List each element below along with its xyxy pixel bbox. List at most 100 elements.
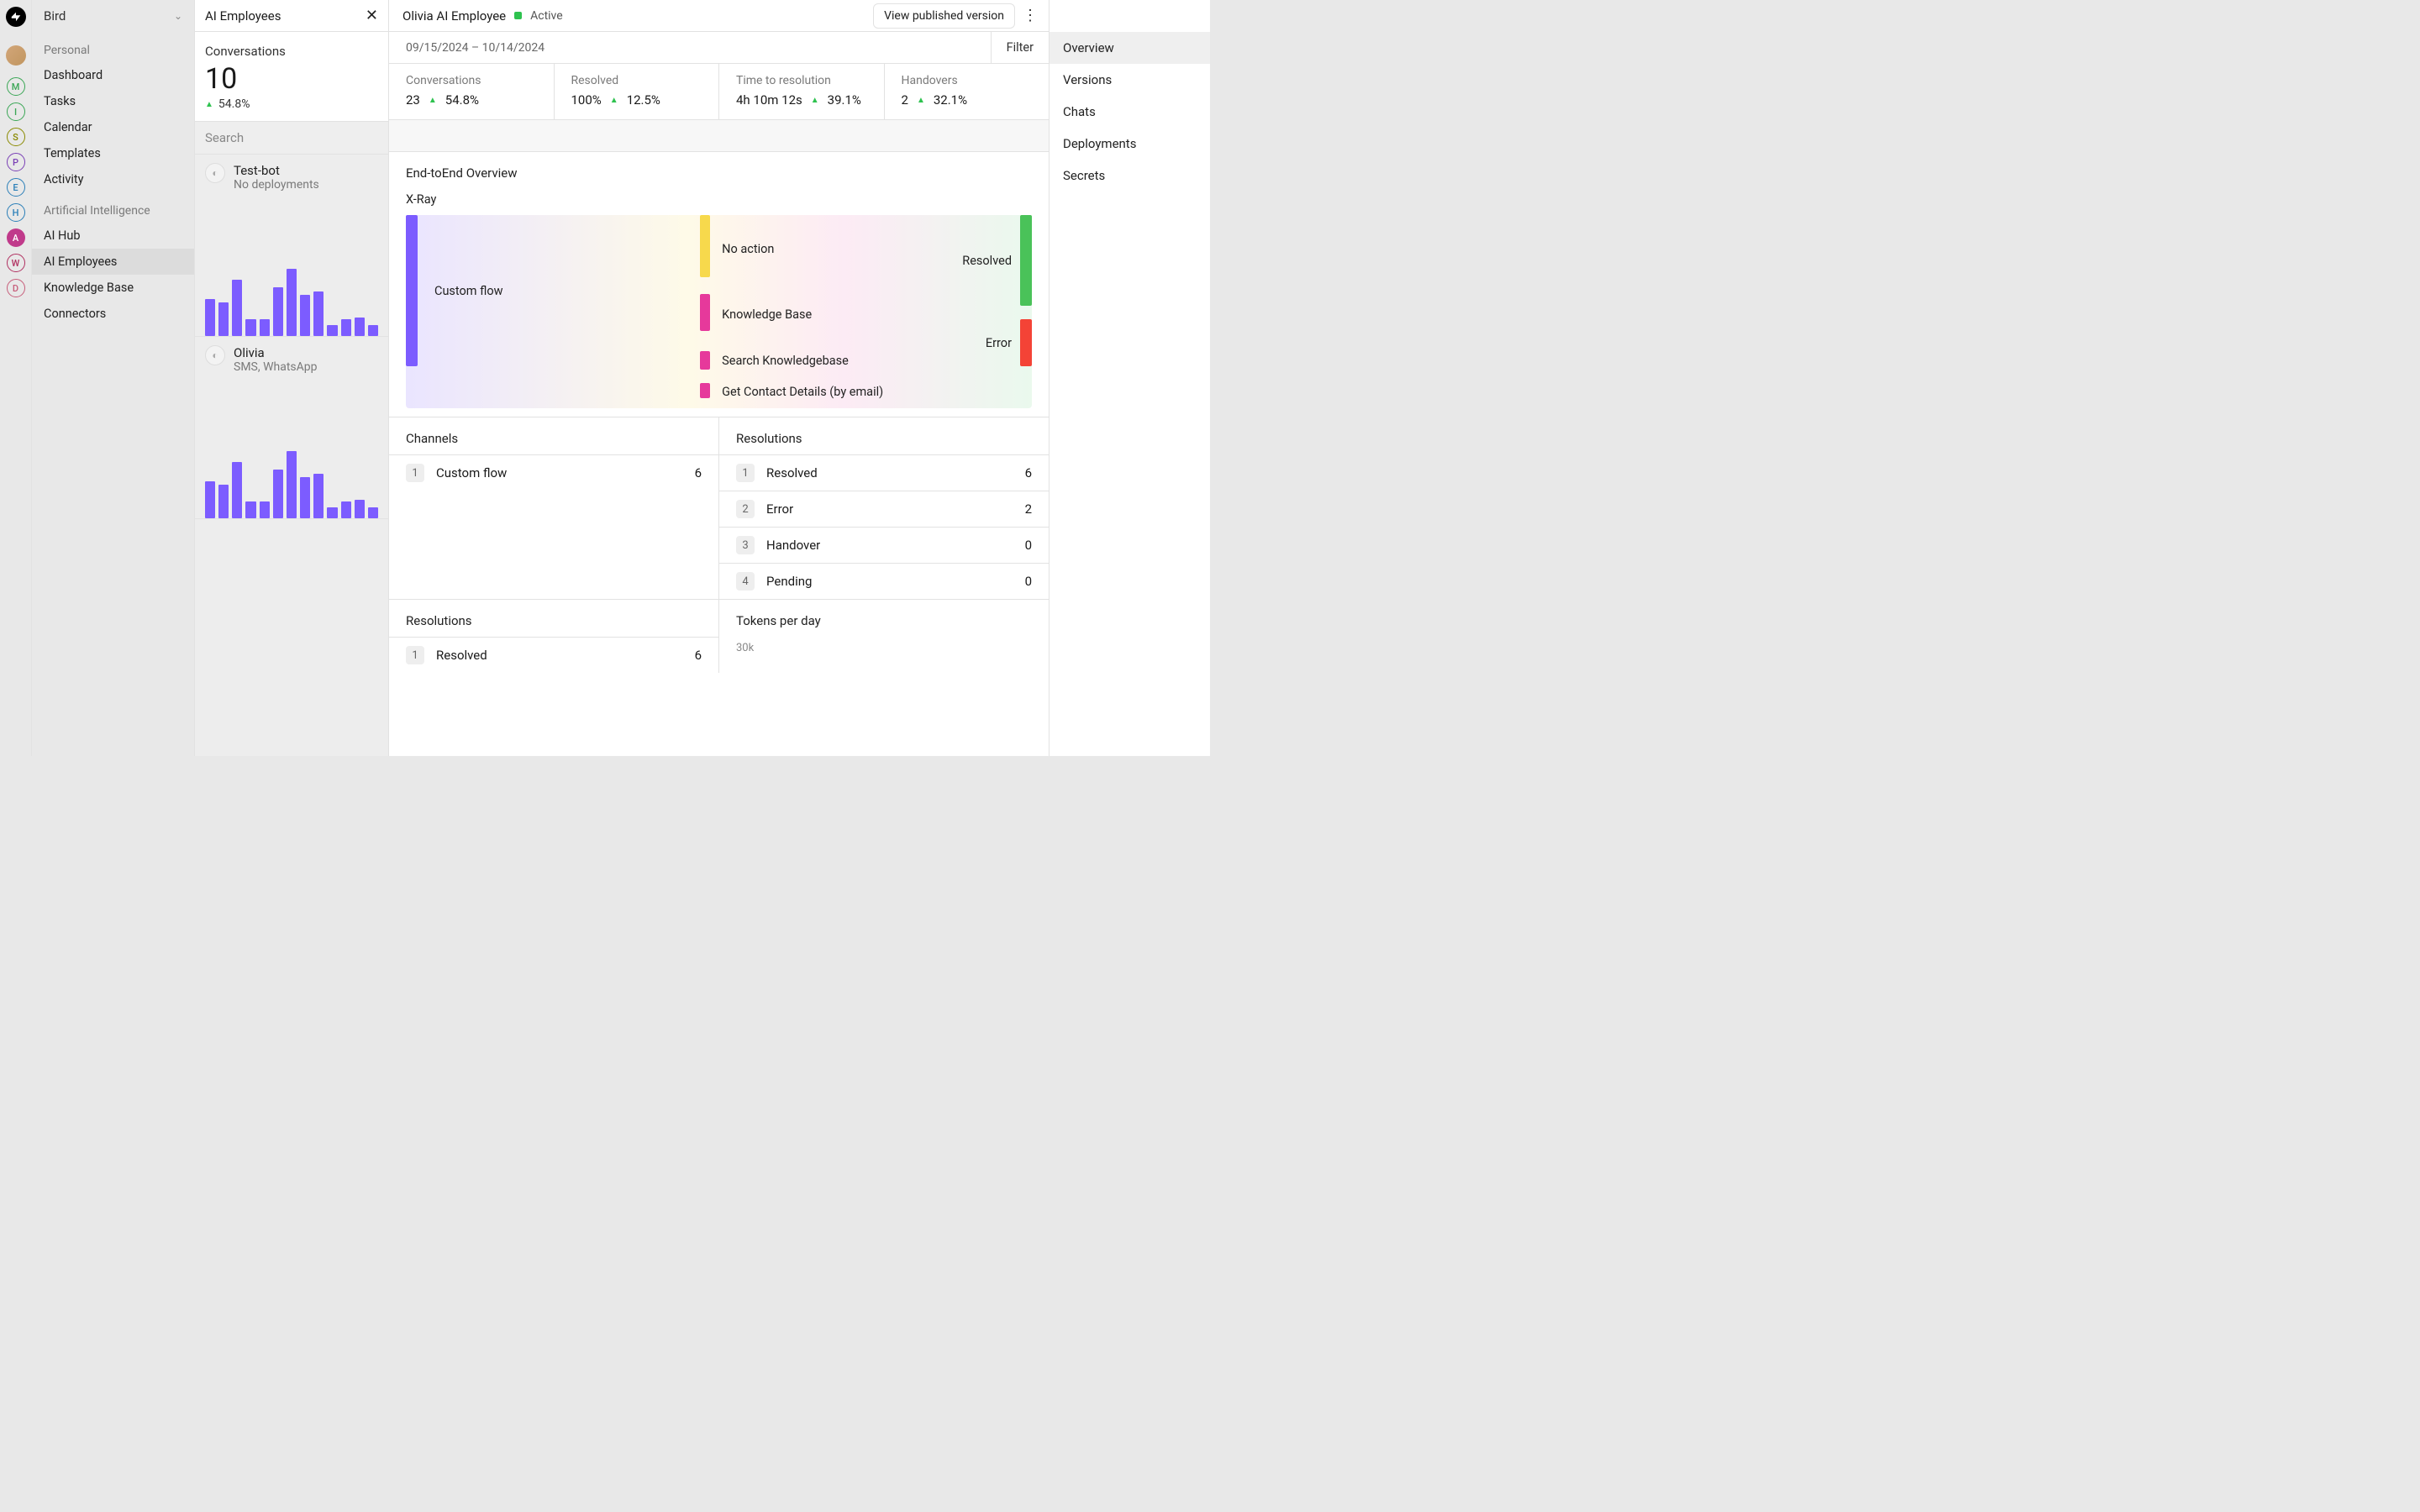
workspace-switcher[interactable]: Bird ⌄ xyxy=(32,0,194,32)
sparkline-chart xyxy=(195,448,388,518)
table-row: 2Error2 xyxy=(719,491,1049,527)
org-dot[interactable]: P xyxy=(7,153,25,171)
stat-value: 23 xyxy=(406,92,420,108)
resolutions2-title: Resolutions xyxy=(389,600,718,637)
org-dot[interactable]: H xyxy=(7,203,25,222)
more-icon[interactable]: ⋮ xyxy=(1018,4,1042,28)
sidebar-item[interactable]: Knowledge Base xyxy=(32,275,194,301)
table-row: 4Pending0 xyxy=(719,563,1049,599)
sankey-mid-node xyxy=(700,294,710,331)
bot-name: Olivia xyxy=(234,345,317,360)
sankey-mid-label-1: Knowledge Base xyxy=(722,307,812,322)
sparkline-bar xyxy=(260,501,270,518)
workspace-name: Bird xyxy=(44,8,66,24)
user-avatar[interactable] xyxy=(6,45,26,66)
stat-card: Conversations 23▲54.8% xyxy=(389,64,555,119)
view-published-button[interactable]: View published version xyxy=(873,3,1015,29)
sparkline-bar xyxy=(218,485,229,518)
stat-label: Resolved xyxy=(571,74,702,87)
sparkline-bar xyxy=(313,291,324,336)
sankey-mid-label-2: Search Knowledgebase xyxy=(722,354,849,368)
table-row: 1Resolved6 xyxy=(719,454,1049,491)
sankey-source-node xyxy=(406,215,418,366)
stats-row: Conversations23▲54.8%Resolved100%▲12.5%T… xyxy=(389,64,1049,120)
org-rail: MISPEHAWD xyxy=(0,0,32,756)
sankey-mid-label-3: Get Contact Details (by email) xyxy=(722,385,883,399)
channels-title: Channels xyxy=(389,417,718,454)
filter-bar: 09/15/2024 – 10/14/2024 Filter xyxy=(389,32,1049,64)
sparkline-bar xyxy=(327,325,337,336)
stat-value-row: 23▲54.8% xyxy=(406,92,537,108)
conversations-value: 10 xyxy=(205,62,378,96)
org-dot[interactable]: S xyxy=(7,128,25,146)
employee-list-item[interactable]: ◐Test-botNo deployments xyxy=(195,155,388,337)
trend-up-icon: ▲ xyxy=(917,96,925,105)
bot-subtitle: SMS, WhatsApp xyxy=(234,360,317,374)
row-label: Pending xyxy=(766,574,1013,589)
sparkline-chart xyxy=(195,265,388,336)
right-nav-item[interactable]: Deployments xyxy=(1050,128,1210,160)
spacer xyxy=(389,120,1049,152)
close-icon[interactable]: ✕ xyxy=(366,8,378,24)
sparkline-bar xyxy=(300,295,310,336)
sparkline-bar xyxy=(287,451,297,518)
search-input[interactable]: Search xyxy=(195,122,388,155)
stat-label: Conversations xyxy=(406,74,537,87)
main-header: Olivia AI Employee Active View published… xyxy=(389,0,1049,32)
right-nav-item[interactable]: Overview xyxy=(1050,32,1210,64)
stat-value: 100% xyxy=(571,92,602,108)
org-dot[interactable]: E xyxy=(7,178,25,197)
sidebar-item[interactable]: Dashboard xyxy=(32,62,194,88)
status-text: Active xyxy=(530,9,563,23)
sparkline-bar xyxy=(287,269,297,336)
status-indicator-icon xyxy=(514,12,522,19)
org-dot[interactable]: M xyxy=(7,77,25,96)
sidebar-item[interactable]: Calendar xyxy=(32,114,194,140)
brand-logo-icon[interactable] xyxy=(6,7,26,27)
sparkline-bar xyxy=(205,481,215,518)
right-nav-item[interactable]: Chats xyxy=(1050,96,1210,128)
conversations-delta: ▲ 54.8% xyxy=(205,97,378,111)
main-panel: Olivia AI Employee Active View published… xyxy=(389,0,1049,756)
sparkline-bar xyxy=(245,501,255,518)
rank-badge: 1 xyxy=(406,646,424,664)
trend-up-icon: ▲ xyxy=(610,96,618,105)
sparkline-bar xyxy=(232,462,242,518)
org-dot[interactable]: I xyxy=(7,102,25,121)
stat-delta: 12.5% xyxy=(627,92,660,108)
sankey-out-label-1: Error xyxy=(986,336,1012,350)
stat-value-row: 2▲32.1% xyxy=(902,92,1033,108)
sidebar-item[interactable]: Activity xyxy=(32,166,194,192)
sidebar-item[interactable]: Templates xyxy=(32,140,194,166)
org-dot[interactable]: W xyxy=(7,254,25,272)
rank-badge: 2 xyxy=(736,500,755,518)
stat-value: 2 xyxy=(902,92,908,108)
row-label: Resolved xyxy=(766,465,1013,480)
chevron-down-icon: ⌄ xyxy=(174,10,182,22)
right-nav-item[interactable]: Versions xyxy=(1050,64,1210,96)
filter-button[interactable]: Filter xyxy=(991,32,1049,63)
sankey-mid-node xyxy=(700,383,710,398)
sankey-out-node xyxy=(1020,319,1032,366)
sparkline-bar xyxy=(355,318,365,336)
xray-title: X-Ray xyxy=(389,181,1049,215)
conversations-summary: Conversations 10 ▲ 54.8% xyxy=(195,32,388,122)
row-label: Handover xyxy=(766,538,1013,553)
sidebar-item[interactable]: Connectors xyxy=(32,301,194,327)
sankey-out-node xyxy=(1020,215,1032,306)
table-row: 1Custom flow6 xyxy=(389,454,718,491)
org-dot[interactable]: D xyxy=(7,279,25,297)
date-range[interactable]: 09/15/2024 – 10/14/2024 xyxy=(406,41,544,55)
right-nav-item[interactable]: Secrets xyxy=(1050,160,1210,192)
sidebar-item[interactable]: AI Hub xyxy=(32,223,194,249)
org-dot[interactable]: A xyxy=(7,228,25,247)
sparkline-bar xyxy=(313,474,324,518)
stat-card: Time to resolution4h 10m 12s▲39.1% xyxy=(719,64,885,119)
right-nav: OverviewVersionsChatsDeploymentsSecrets xyxy=(1049,0,1210,756)
sidebar-item[interactable]: AI Employees xyxy=(32,249,194,275)
sidebar-item[interactable]: Tasks xyxy=(32,88,194,114)
employee-list-item[interactable]: ◐OliviaSMS, WhatsApp xyxy=(195,337,388,519)
stat-delta: 54.8% xyxy=(445,92,479,108)
sparkline-bar xyxy=(245,319,255,336)
sankey-mid-node xyxy=(700,351,710,370)
